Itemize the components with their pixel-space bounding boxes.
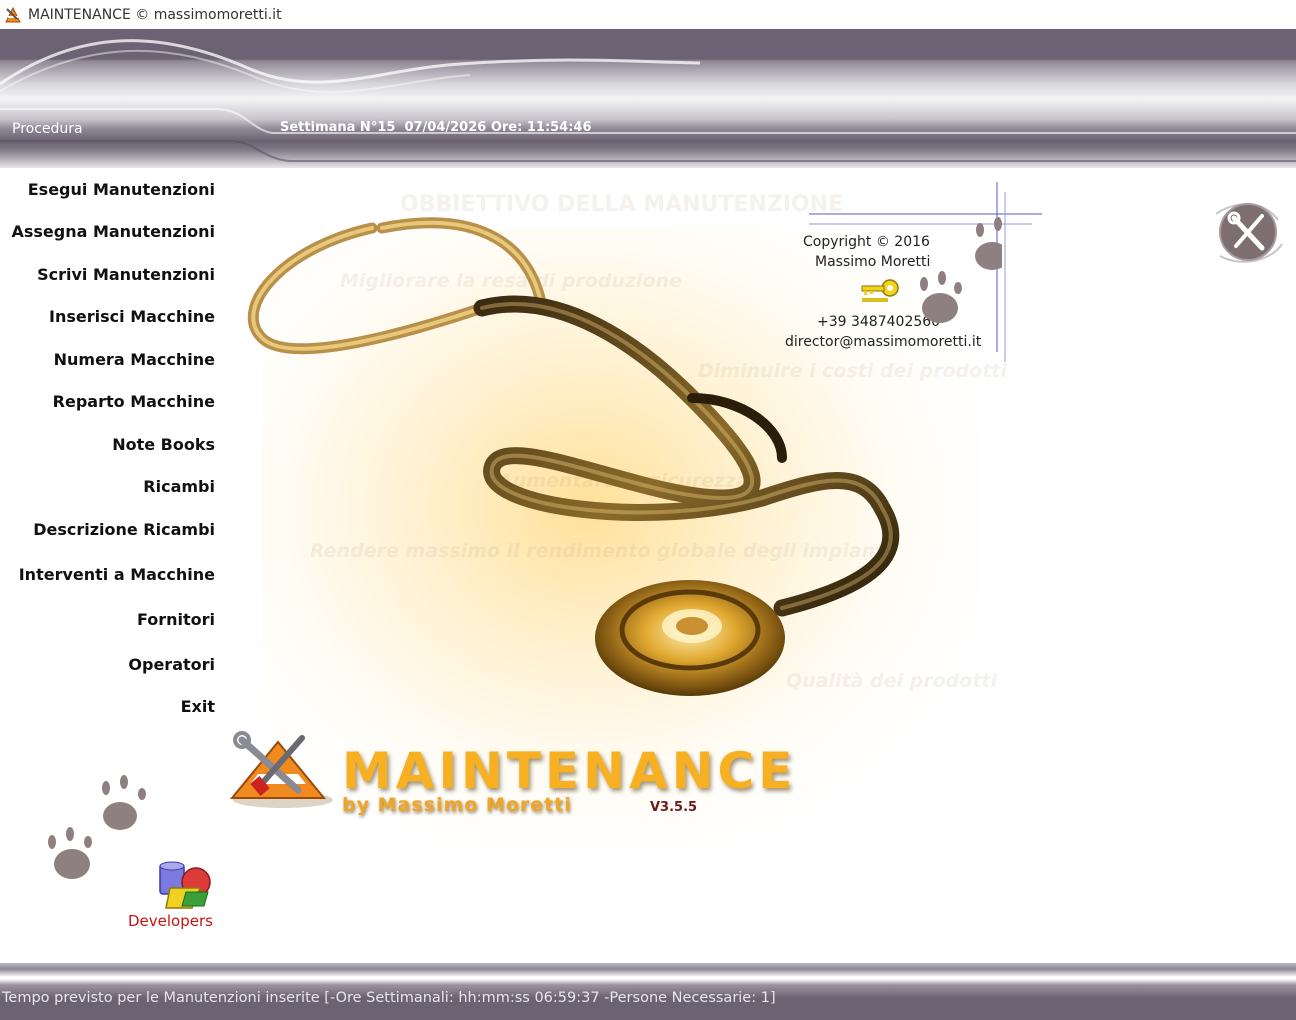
menu-ricambi[interactable]: Ricambi	[143, 477, 215, 496]
logo-byline: by Massimo Moretti	[342, 794, 572, 816]
menu-fornitori[interactable]: Fornitori	[137, 610, 215, 629]
menu-assegna-manutenzioni[interactable]: Assegna Manutenzioni	[11, 222, 215, 241]
menu-interventi-macchine[interactable]: Interventi a Macchine	[19, 565, 215, 584]
version-label: V3.5.5	[650, 800, 698, 815]
developers-icon[interactable]	[156, 858, 216, 912]
window-title: MAINTENANCE © massimomoretti.it	[28, 6, 282, 23]
paw-prints-left	[48, 775, 146, 879]
stethoscope-image	[247, 217, 900, 696]
exit-round-button[interactable]	[1212, 194, 1283, 263]
status-bar: Tempo previsto per le Manutenzioni inser…	[0, 963, 1296, 1020]
header-swoosh	[0, 39, 1296, 162]
menu-inserisci-macchine[interactable]: Inserisci Macchine	[49, 307, 215, 326]
wrench-screwdriver-icon	[1215, 203, 1283, 263]
header-band: Procedura Settimana N°15 07/04/2026 Ore:…	[0, 29, 1296, 168]
menu-scrivi-manutenzioni[interactable]: Scrivi Manutenzioni	[37, 265, 215, 284]
menu-numera-macchine[interactable]: Numera Macchine	[54, 350, 215, 369]
menu-descrizione-ricambi[interactable]: Descrizione Ricambi	[33, 520, 215, 539]
status-text: Tempo previsto per le Manutenzioni inser…	[2, 990, 776, 1006]
menu-esegui-manutenzioni[interactable]: Esegui Manutenzioni	[28, 180, 215, 199]
menu-note-books[interactable]: Note Books	[112, 435, 215, 454]
maintenance-logo-icon	[228, 728, 338, 812]
title-bar: MAINTENANCE © massimomoretti.it	[0, 0, 1296, 29]
main-splash: OBBIETTIVO DELLA MANUTENZIONE Migliorare…	[222, 168, 1296, 963]
logo-title: MAINTENANCE	[342, 742, 797, 800]
developers-link[interactable]: Developers	[128, 912, 213, 930]
key-icon	[858, 276, 902, 312]
paw-prints-decoration	[920, 217, 1002, 323]
procedure-label: Procedura	[12, 121, 83, 137]
week-datetime: Settimana N°15 07/04/2026 Ore: 11:54:46	[280, 120, 592, 135]
menu-reparto-macchine[interactable]: Reparto Macchine	[53, 392, 215, 411]
menu-exit[interactable]: Exit	[181, 697, 215, 716]
maintenance-cone-icon	[4, 6, 22, 24]
menu-operatori[interactable]: Operatori	[128, 655, 215, 674]
